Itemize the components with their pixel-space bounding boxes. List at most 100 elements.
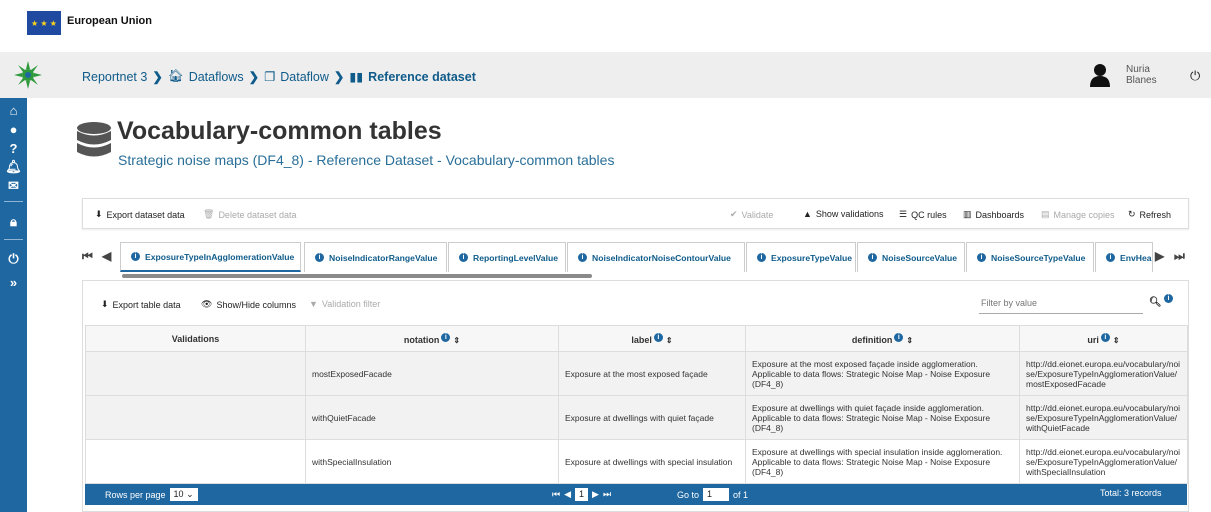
- notifications-bell-icon[interactable]: 🔔︎: [0, 158, 27, 176]
- info-icon[interactable]: i: [1164, 294, 1173, 303]
- info-icon[interactable]: i: [441, 332, 451, 342]
- logout-power-icon[interactable]: ⏻: [0, 250, 27, 268]
- goto-page-input[interactable]: 1: [703, 488, 730, 501]
- info-icon: i: [459, 253, 468, 262]
- tab-noise-indicator-noise-contour[interactable]: i NoiseIndicatorNoiseContourValue: [567, 242, 745, 272]
- column-header-definition[interactable]: definition i ⇕: [745, 325, 1020, 352]
- dashboards-label: Dashboards: [975, 209, 1025, 220]
- column-header-notation[interactable]: notation i ⇕: [305, 325, 559, 352]
- breadcrumb-dataflows[interactable]: Dataflows: [189, 70, 244, 84]
- next-page-icon[interactable]: ▶: [592, 489, 599, 500]
- delete-dataset-label: Delete dataset data: [218, 209, 297, 220]
- page-title: Vocabulary-common tables: [117, 117, 442, 145]
- tab-reporting-level[interactable]: i ReportingLevelValue: [448, 242, 566, 272]
- table-row[interactable]: withSpecialInsulation Exposure at dwelli…: [85, 439, 1188, 484]
- last-tab-icon[interactable]: ⏭: [1174, 249, 1185, 264]
- tab-exposure-type-in-agglomeration[interactable]: i ExposureTypeInAgglomerationValue: [120, 242, 301, 272]
- prev-tab-icon[interactable]: ◀: [102, 249, 111, 263]
- tab-exposure-type[interactable]: i ExposureTypeValue: [746, 242, 856, 272]
- expand-sidebar-icon[interactable]: »: [0, 273, 27, 291]
- sort-icon[interactable]: ⇕: [906, 336, 913, 345]
- export-dataset-button[interactable]: ⬇ Export dataset data: [95, 209, 185, 220]
- cell-definition[interactable]: Exposure at dwellings with quiet façade …: [745, 395, 1020, 440]
- info-icon: i: [868, 253, 877, 262]
- last-page-icon[interactable]: ⏭: [603, 489, 611, 500]
- export-table-button[interactable]: ⬇ Export table data: [101, 299, 181, 310]
- feedback-icon[interactable]: ✉: [0, 177, 27, 195]
- tab-label: NoiseIndicatorRangeValue: [329, 252, 438, 263]
- home-icon: 🏠︎: [167, 69, 184, 83]
- help-icon[interactable]: ?: [0, 139, 27, 157]
- cell-label[interactable]: Exposure at dwellings with quiet façade: [558, 395, 746, 440]
- refresh-label: Refresh: [1139, 209, 1172, 220]
- validate-button[interactable]: ✔ Validate: [730, 209, 773, 220]
- cell-label[interactable]: Exposure at dwellings with special insul…: [558, 439, 746, 484]
- refresh-button[interactable]: ↻ Refresh: [1128, 209, 1171, 220]
- column-header-validations[interactable]: Validations: [85, 325, 306, 352]
- sort-icon[interactable]: ⇕: [453, 336, 460, 345]
- search-icon[interactable]: 🔍︎: [1149, 297, 1162, 308]
- validate-label: Validate: [741, 209, 774, 220]
- next-tab-icon[interactable]: ▶: [1155, 249, 1164, 263]
- lock-icon[interactable]: 🔒︎: [0, 213, 27, 231]
- info-icon[interactable]: i: [1100, 332, 1110, 342]
- manage-copies-button[interactable]: ▤ Manage copies: [1041, 209, 1115, 220]
- sort-icon[interactable]: ⇕: [1113, 336, 1120, 345]
- left-sidebar: ⌂ ● ? 🔔︎ ✉ 🔒︎ ⏻ »: [0, 98, 27, 512]
- eye-icon: 👁︎: [201, 299, 213, 309]
- table-row[interactable]: mostExposedFacade Exposure at the most e…: [85, 351, 1188, 396]
- cell-definition[interactable]: Exposure at dwellings with special insul…: [745, 439, 1020, 484]
- tab-noise-indicator-range[interactable]: i NoiseIndicatorRangeValue: [304, 242, 447, 272]
- tab-noise-source-type[interactable]: i NoiseSourceTypeValue: [966, 242, 1094, 272]
- show-hide-columns-button[interactable]: 👁︎ Show/Hide columns: [201, 299, 296, 310]
- table-row[interactable]: withQuietFacade Exposure at dwellings wi…: [85, 395, 1188, 440]
- cell-notation[interactable]: withSpecialInsulation: [305, 439, 559, 484]
- cell-label[interactable]: Exposure at the most exposed façade: [558, 351, 746, 396]
- validation-filter-label: Validation filter: [321, 299, 381, 309]
- sort-icon[interactable]: ⇕: [666, 336, 673, 345]
- tab-env-hea[interactable]: i EnvHea: [1095, 242, 1153, 272]
- info-icon[interactable]: i: [653, 332, 663, 342]
- qc-rules-button[interactable]: ☰ QC rules: [899, 209, 947, 220]
- info-icon: i: [977, 253, 986, 262]
- cell-notation[interactable]: withQuietFacade: [305, 395, 559, 440]
- page-nav: ⏮ ◀ 1 ▶ ⏭: [552, 488, 611, 501]
- column-header-label[interactable]: label i ⇕: [558, 325, 746, 352]
- first-tab-icon[interactable]: ⏮: [82, 249, 93, 264]
- rules-icon: ☰: [899, 209, 908, 219]
- breadcrumb-reportnet[interactable]: Reportnet 3: [82, 70, 147, 84]
- cell-uri[interactable]: http://dd.eionet.europa.eu/vocabulary/no…: [1019, 351, 1188, 396]
- user-avatar-icon[interactable]: [1089, 63, 1111, 87]
- home-icon[interactable]: ⌂: [0, 101, 27, 119]
- cell-uri[interactable]: http://dd.eionet.europa.eu/vocabulary/no…: [1019, 395, 1188, 440]
- breadcrumb-dataflow[interactable]: Dataflow: [280, 70, 329, 84]
- current-page-button[interactable]: 1: [575, 488, 589, 501]
- user-first-name: Nuria: [1126, 64, 1150, 75]
- delete-dataset-button[interactable]: 🗑︎ Delete dataset data: [203, 209, 297, 220]
- cell-notation[interactable]: mostExposedFacade: [305, 351, 559, 396]
- dashboards-button[interactable]: ▥ Dashboards: [963, 209, 1024, 220]
- table-header-row: Validations notation i ⇕ label i ⇕ definitio…: [85, 325, 1188, 352]
- cell-definition[interactable]: Exposure at the most exposed façade insi…: [745, 351, 1020, 396]
- tabs-scrollbar[interactable]: [122, 274, 592, 278]
- info-icon[interactable]: i: [894, 332, 904, 342]
- first-page-icon[interactable]: ⏮: [552, 489, 560, 500]
- book-icon: ▮▮: [349, 70, 364, 84]
- filter-by-value-input[interactable]: [979, 292, 1143, 314]
- chevron-right-icon: ❯: [248, 70, 260, 84]
- rows-per-page-select[interactable]: 10 ⌄: [169, 488, 198, 501]
- tab-label: ReportingLevelValue: [473, 252, 559, 263]
- show-validations-button[interactable]: ▲ Show validations: [803, 209, 883, 219]
- page-subtitle: Strategic noise maps (DF4_8) - Reference…: [118, 152, 615, 168]
- user-profile-icon[interactable]: ●: [0, 120, 27, 138]
- cell-validations: [85, 395, 306, 440]
- logout-power-icon[interactable]: ⏻: [1190, 68, 1200, 84]
- validation-filter-button[interactable]: ▼ Validation filter: [309, 299, 380, 309]
- prev-page-icon[interactable]: ◀: [564, 489, 571, 500]
- manage-copies-label: Manage copies: [1053, 209, 1115, 220]
- column-header-uri[interactable]: uri i ⇕: [1019, 325, 1188, 352]
- cell-uri[interactable]: http://dd.eionet.europa.eu/vocabulary/no…: [1019, 439, 1188, 484]
- reportnet-logo-icon[interactable]: [0, 52, 56, 98]
- user-name[interactable]: Nuria Blanes: [1126, 64, 1157, 86]
- tab-noise-source[interactable]: i NoiseSourceValue: [857, 242, 965, 272]
